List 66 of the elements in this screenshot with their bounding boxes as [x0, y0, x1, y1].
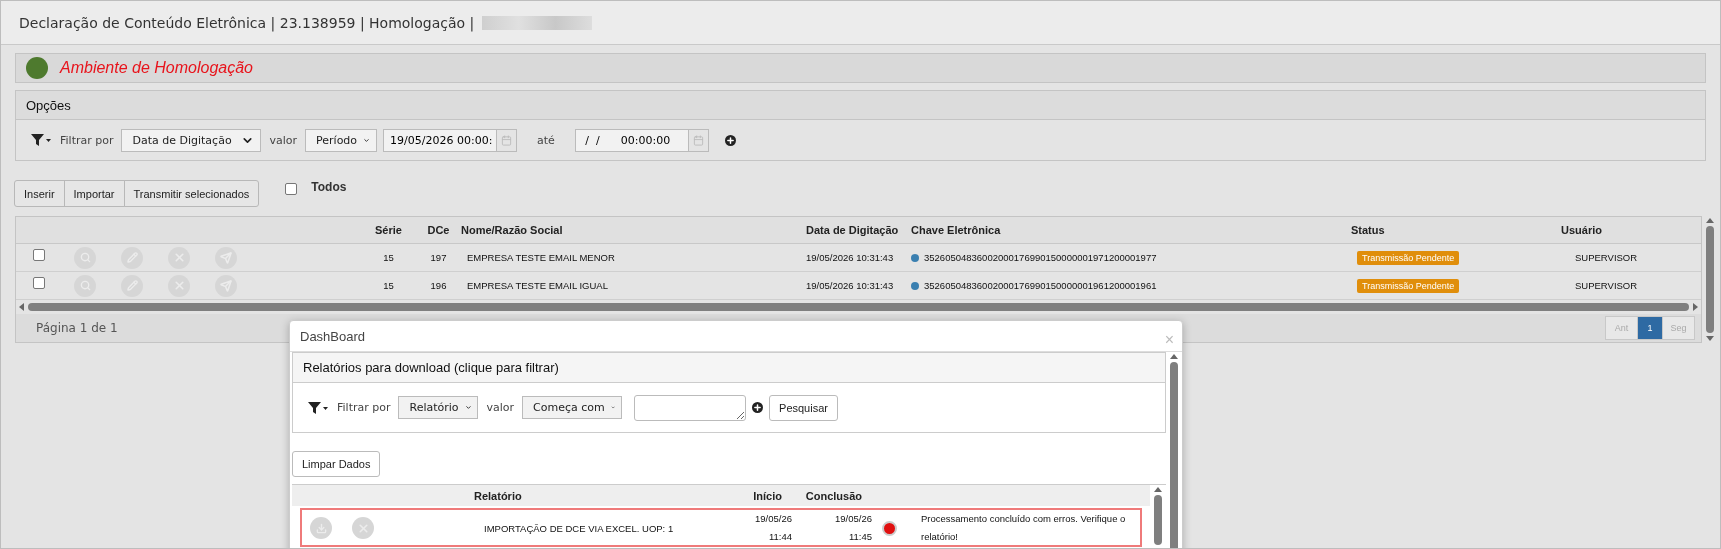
search-button[interactable]: Pesquisar [769, 394, 838, 421]
search-field[interactable] [634, 394, 747, 421]
table-cell-text: EMPRESA TESTE EMAIL MENOR [466, 252, 615, 263]
filter-icon[interactable] [30, 133, 52, 147]
value-label: valor [486, 401, 515, 414]
value-mode-select[interactable]: Começa com [522, 396, 623, 419]
status-dot [882, 520, 897, 536]
dialog-title: DashBoard [300, 328, 366, 344]
date-from-field[interactable]: 19/05/2026 00:00: [383, 128, 518, 152]
filter-field-select[interactable]: Data de Digitação [121, 128, 262, 152]
panel-title: Opções [26, 97, 71, 113]
page-info: Página 1 de 1 [36, 321, 118, 335]
window-title: Declaração de Conteúdo Eletrônica | 23.138959 | Homologação | [19, 14, 475, 31]
filter-label: Filtrar por [60, 133, 114, 147]
toolbar-button[interactable]: Importar [63, 180, 125, 207]
status-message: Processamento concluído com erros. Verifique o relatório! [920, 512, 1127, 544]
filter-label: Filtrar por [337, 401, 391, 414]
table-cell-text: SUPERVISOR [1574, 252, 1638, 263]
value-mode-select[interactable]: Período [305, 128, 378, 152]
column-header: DCe [427, 224, 450, 236]
column-header: Chave Eletrônica [911, 224, 1001, 236]
column-header: Data de Digitação [806, 224, 899, 236]
column-header: Série [375, 224, 402, 236]
status-badge: Transmissão Pendente [1357, 278, 1460, 293]
select-all-checkbox[interactable] [285, 183, 298, 195]
table-cell: 35260504836002000176990150000001971200001977 [924, 252, 1157, 263]
filter-field-select[interactable]: Relatório [398, 396, 479, 419]
column-header: Início [753, 489, 782, 502]
column-header: Relatório [473, 489, 522, 502]
filter-icon[interactable] [307, 400, 329, 415]
table-cell: 15 [383, 252, 394, 263]
add-icon[interactable] [724, 134, 736, 146]
status-dot [911, 281, 919, 290]
panel-title: Relatórios para download (clique para filtrar) [303, 360, 559, 375]
table-cell-text: SUPERVISOR [1574, 280, 1638, 291]
row-checkbox[interactable] [32, 276, 45, 289]
page-button[interactable]: 1 [1637, 316, 1663, 340]
status-dot [911, 253, 919, 262]
until-label: até [537, 133, 555, 147]
environment-label: Ambiente de Homologação [60, 59, 253, 77]
table-cell: 35260504836002000176990150000001961200001961 [924, 280, 1157, 291]
table-cell-text: 19/05/26 11:44 [755, 512, 792, 544]
add-icon[interactable] [752, 402, 764, 413]
table-cell: 196 [430, 280, 447, 291]
clear-button[interactable]: Limpar Dados [292, 451, 381, 477]
table-cell: 19/05/2026 10:31:43 [806, 252, 894, 263]
column-header: Usuário [1561, 224, 1602, 236]
column-header: Status [1351, 224, 1385, 236]
row-checkbox[interactable] [32, 248, 45, 261]
table-cell: 19/05/2026 10:31:43 [806, 280, 894, 291]
panel-header[interactable]: Relatórios para download (clique para filtrar) [293, 353, 1165, 383]
table-cell: 15 [383, 280, 394, 291]
column-header: Nome/Razão Social [461, 224, 563, 236]
checkbox-label: Todos [311, 180, 347, 194]
toolbar-button[interactable]: Transmitir selecionados [123, 180, 260, 207]
calendar-icon [501, 134, 513, 146]
table-cell-text: IMPORTAÇÃO DE DCE VIA EXCEL. UOP: 1 [483, 522, 674, 534]
column-header: Conclusão [805, 489, 862, 502]
table-cell-text: 19/05/26 11:45 [835, 512, 872, 544]
date-to-field[interactable]: / / 00:00:00 [574, 128, 709, 152]
status-badge: Transmissão Pendente [1357, 250, 1460, 265]
value-label: valor [269, 133, 298, 147]
calendar-icon [692, 134, 704, 146]
table-cell-text: EMPRESA TESTE EMAIL IGUAL [466, 280, 608, 291]
table-cell: 197 [430, 252, 447, 263]
toolbar-button[interactable]: Inserir [14, 180, 65, 207]
